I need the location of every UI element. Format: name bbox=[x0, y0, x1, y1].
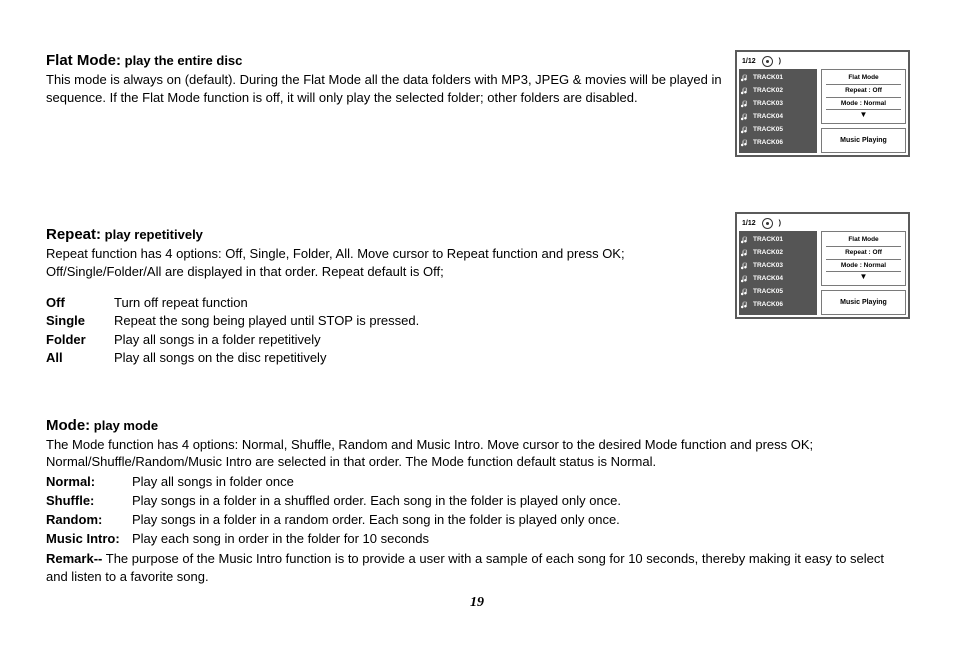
disc-icon bbox=[762, 56, 773, 67]
list-item: TRACK02 bbox=[741, 246, 815, 259]
music-note-icon bbox=[741, 275, 749, 283]
repeat-table: OffTurn off repeat function SingleRepeat… bbox=[46, 294, 419, 367]
list-item: TRACK05 bbox=[741, 123, 815, 136]
mode-table: Normal:Play all songs in folder once Shu… bbox=[46, 473, 621, 548]
table-row: SingleRepeat the song being played until… bbox=[46, 312, 419, 330]
flat-mode-sub: play the entire disc bbox=[125, 53, 243, 68]
music-note-icon bbox=[741, 288, 749, 296]
table-row: AllPlay all songs on the disc repetitive… bbox=[46, 349, 419, 367]
table-row: Shuffle:Play songs in a folder in a shuf… bbox=[46, 492, 621, 511]
widget-header: 1/12 ) bbox=[739, 54, 906, 69]
repeat-sub: play repetitively bbox=[105, 227, 203, 242]
info-repeat: Repeat : Off bbox=[826, 86, 901, 98]
music-note-icon bbox=[741, 100, 749, 108]
music-note-icon bbox=[741, 113, 749, 121]
list-item: TRACK01 bbox=[741, 233, 815, 246]
list-item: TRACK06 bbox=[741, 136, 815, 149]
page-number: 19 bbox=[0, 595, 954, 611]
list-item: TRACK01 bbox=[741, 71, 815, 84]
list-item: TRACK06 bbox=[741, 298, 815, 311]
music-note-icon bbox=[741, 126, 749, 134]
music-note-icon bbox=[741, 74, 749, 82]
widget-paren: ) bbox=[779, 220, 781, 227]
mode-title: Mode: bbox=[46, 417, 90, 434]
table-row: FolderPlay all songs in a folder repetit… bbox=[46, 331, 419, 349]
track-list: TRACK01 TRACK02 TRACK03 TRACK04 TRACK05 … bbox=[739, 69, 817, 153]
list-item: TRACK02 bbox=[741, 84, 815, 97]
disc-icon bbox=[762, 218, 773, 229]
music-note-icon bbox=[741, 249, 749, 257]
section-mode: Mode: play mode The Mode function has 4 … bbox=[46, 417, 908, 586]
flat-mode-text: This mode is always on (default). During… bbox=[46, 71, 726, 106]
music-note-icon bbox=[741, 262, 749, 270]
chevron-down-icon: ▼ bbox=[826, 273, 901, 281]
widget-status: Music Playing bbox=[821, 128, 906, 153]
player-widget-flat: 1/12 ) TRACK01 TRACK02 TRACK03 TRACK04 T… bbox=[735, 50, 910, 157]
info-title: Flat Mode bbox=[826, 73, 901, 85]
info-title: Flat Mode bbox=[826, 235, 901, 247]
list-item: TRACK04 bbox=[741, 110, 815, 123]
music-note-icon bbox=[741, 236, 749, 244]
widget-info: Flat Mode Repeat : Off Mode : Normal ▼ bbox=[821, 69, 906, 124]
flat-mode-title: Flat Mode: bbox=[46, 52, 121, 69]
chevron-down-icon: ▼ bbox=[826, 111, 901, 119]
table-row: OffTurn off repeat function bbox=[46, 294, 419, 312]
mode-sub: play mode bbox=[94, 418, 158, 433]
widget-header: 1/12 ) bbox=[739, 216, 906, 231]
mode-text: The Mode function has 4 options: Normal,… bbox=[46, 436, 908, 471]
table-row: Music Intro:Play each song in order in t… bbox=[46, 530, 621, 549]
widget-info: Flat Mode Repeat : Off Mode : Normal ▼ bbox=[821, 231, 906, 286]
list-item: TRACK03 bbox=[741, 259, 815, 272]
player-widget-repeat: 1/12 ) TRACK01 TRACK02 TRACK03 TRACK04 T… bbox=[735, 212, 910, 319]
repeat-title: Repeat: bbox=[46, 226, 101, 243]
mode-remark: Remark-- The purpose of the Music Intro … bbox=[46, 550, 908, 585]
widget-status: Music Playing bbox=[821, 290, 906, 315]
widget-count: 1/12 bbox=[742, 220, 756, 227]
widget-paren: ) bbox=[779, 58, 781, 65]
list-item: TRACK03 bbox=[741, 97, 815, 110]
table-row: Normal:Play all songs in folder once bbox=[46, 473, 621, 492]
music-note-icon bbox=[741, 139, 749, 147]
info-repeat: Repeat : Off bbox=[826, 248, 901, 260]
info-mode: Mode : Normal bbox=[826, 261, 901, 273]
widget-count: 1/12 bbox=[742, 58, 756, 65]
list-item: TRACK05 bbox=[741, 285, 815, 298]
music-note-icon bbox=[741, 301, 749, 309]
track-list: TRACK01 TRACK02 TRACK03 TRACK04 TRACK05 … bbox=[739, 231, 817, 315]
list-item: TRACK04 bbox=[741, 272, 815, 285]
table-row: Random:Play songs in a folder in a rando… bbox=[46, 511, 621, 530]
repeat-text: Repeat function has 4 options: Off, Sing… bbox=[46, 245, 726, 280]
music-note-icon bbox=[741, 87, 749, 95]
info-mode: Mode : Normal bbox=[826, 99, 901, 111]
